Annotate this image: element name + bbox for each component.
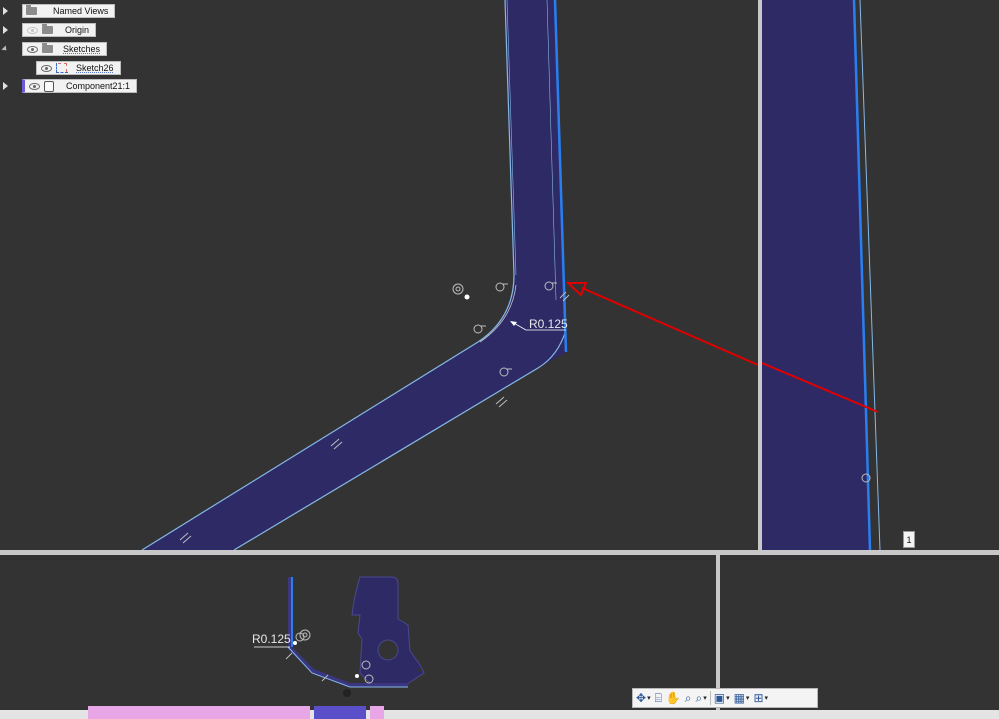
tree-item-label: Component21:1 [66, 81, 131, 91]
component-icon [44, 80, 54, 92]
sketch-profile-fill [142, 0, 567, 550]
folder-icon [42, 24, 53, 34]
annotation-arrow [581, 287, 758, 366]
folder-icon [42, 43, 53, 53]
viewports-icon[interactable]: ⊞ ▾ [752, 690, 769, 706]
look-at-icon[interactable]: ⌸ [654, 690, 663, 706]
expand-arrow-icon[interactable] [0, 23, 10, 37]
tangent-icon [495, 282, 505, 292]
grid-icon[interactable]: ▦ ▾ [733, 690, 751, 706]
expand-arrow-icon[interactable] [0, 79, 10, 93]
visibility-eye-icon[interactable] [27, 45, 38, 53]
zoom-icon[interactable]: ⌕ [684, 690, 693, 706]
tree-item-origin[interactable]: Origin [0, 23, 97, 37]
visibility-eye-icon[interactable] [27, 26, 38, 34]
tree-item-component21[interactable]: Component21:1 [0, 79, 138, 93]
visibility-eye-icon[interactable] [41, 64, 52, 72]
right-viewport[interactable]: 1 [762, 0, 999, 550]
navigation-toolbar: ✥ ▾ ⌸ ✋ ⌕ ⌕ ▾ ▣ ▾ ▦ ▾ ⊞ ▾ [632, 688, 818, 708]
plate-hole [377, 639, 399, 661]
timeline-segment[interactable] [88, 706, 310, 719]
bottom-left-viewport[interactable]: R0.125 [0, 555, 716, 710]
tree-item-named-views[interactable]: Named Views [0, 4, 116, 18]
tree-item-sketches[interactable]: Sketches [0, 42, 108, 56]
pan-icon[interactable]: ✋ [665, 690, 682, 706]
radius-dimension-bottom: R0.125 [252, 632, 291, 646]
fit-icon[interactable]: ⌕ ▾ [694, 690, 707, 706]
bottom-right-viewport[interactable] [720, 555, 999, 710]
timeline-segment[interactable] [370, 706, 384, 719]
collapse-arrow-icon[interactable] [0, 42, 10, 56]
toolbar-separator [709, 691, 711, 705]
sketch-point [464, 294, 470, 300]
folder-icon [26, 5, 37, 15]
selection-count-badge: 1 [903, 531, 915, 548]
tree-item-label: Sketch26 [76, 63, 114, 73]
display-settings-icon[interactable]: ▣ ▾ [713, 690, 731, 706]
timeline-segment-active[interactable] [314, 706, 366, 719]
plate-body [351, 576, 425, 687]
expand-arrow-icon[interactable] [0, 4, 10, 18]
tree-item-label: Sketches [63, 44, 101, 54]
radius-dimension: R0.125 [529, 317, 568, 331]
tree-item-sketch26[interactable]: Sketch26 [36, 61, 121, 75]
coincident-icon [452, 283, 464, 295]
tree-item-label: Named Views [53, 6, 109, 16]
tree-item-label: Origin [65, 25, 90, 35]
visibility-eye-icon[interactable] [29, 82, 40, 90]
tangent-icon-3 [473, 324, 483, 334]
side-body-fill [762, 0, 870, 550]
sketch-icon [56, 63, 68, 73]
main-viewport[interactable]: R0.125 Named Views Origin Sketches Sketc… [0, 0, 758, 550]
orbit-icon[interactable]: ✥ ▾ [635, 690, 652, 706]
